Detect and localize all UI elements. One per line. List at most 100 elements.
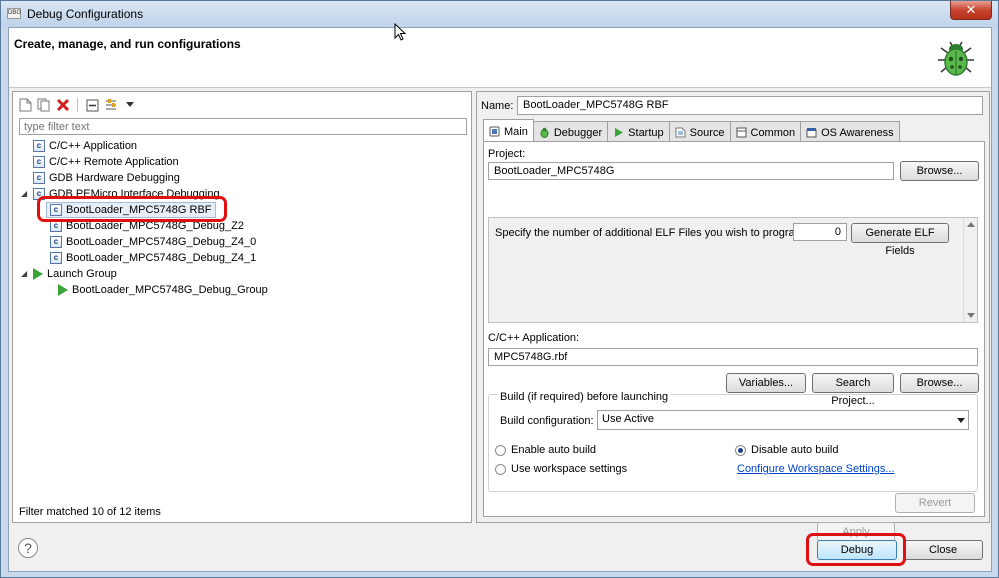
tab-label: Startup: [628, 126, 664, 139]
expanded-twisty-icon[interactable]: ◢: [21, 266, 29, 282]
collapse-all-icon: [86, 99, 98, 111]
enable-auto-build-label: Enable auto build: [511, 444, 597, 456]
delete-x-icon: [57, 99, 69, 111]
scroll-down-icon: [967, 313, 975, 318]
collapse-all-button[interactable]: [84, 97, 100, 113]
name-field[interactable]: BootLoader_MPC5748G RBF: [517, 96, 983, 115]
tree-item-label: BootLoader_MPC5748G_Debug_Z4_0: [66, 236, 257, 248]
c-config-icon: c: [50, 236, 62, 248]
toolbar-separator: [77, 98, 78, 112]
configure-workspace-settings-link[interactable]: Configure Workspace Settings...: [737, 463, 895, 475]
tree-item-label: Launch Group: [47, 268, 117, 280]
title-bar[interactable]: DBG Debug Configurations ✕: [1, 1, 998, 27]
duplicate-configuration-button[interactable]: [36, 97, 52, 113]
cpp-application-field[interactable]: MPC5748G.rbf: [488, 348, 978, 366]
filter-input[interactable]: [19, 118, 467, 135]
c-config-icon: c: [50, 252, 62, 264]
window-app-icon: DBG: [7, 8, 21, 19]
build-group-label: Build (if required) before launching: [497, 391, 672, 403]
filter-icon: [106, 99, 116, 110]
project-field[interactable]: BootLoader_MPC5748G: [488, 162, 894, 180]
tab-label: Common: [750, 126, 796, 139]
selected-item-highlight: [37, 196, 227, 222]
tab-label: Main: [504, 125, 528, 138]
use-workspace-settings-radio[interactable]: Use workspace settings: [495, 463, 627, 475]
tab-common[interactable]: Common: [729, 121, 802, 141]
cpp-application-label: C/C++ Application:: [488, 332, 580, 344]
build-configuration-select[interactable]: Use Active: [597, 410, 969, 430]
c-config-icon: c: [33, 140, 45, 152]
debug-configurations-window: DBG Debug Configurations ✕ Create, manag…: [0, 0, 999, 578]
c-config-icon: c: [33, 156, 45, 168]
tab-os-awareness[interactable]: OS Awareness: [800, 121, 900, 141]
tab-label: OS Awareness: [821, 126, 894, 139]
tree-item-label: BootLoader_MPC5748G_Debug_Z4_1: [66, 252, 257, 264]
generate-elf-fields-button[interactable]: Generate ELF Fields: [851, 223, 949, 257]
disable-auto-build-radio[interactable]: Disable auto build: [735, 444, 838, 456]
variables-button[interactable]: Variables...: [726, 373, 806, 393]
tree-item-label: C/C++ Remote Application: [49, 156, 179, 168]
tree-item-bootloader-debug-z4-0[interactable]: c BootLoader_MPC5748G_Debug_Z4_0: [50, 234, 256, 250]
new-configuration-button[interactable]: [17, 97, 33, 113]
chevron-down-icon: [126, 102, 134, 107]
page-title: Create, manage, and run configurations: [14, 37, 241, 51]
filter-button[interactable]: [103, 97, 119, 113]
window-title: Debug Configurations: [27, 7, 144, 21]
tree-item-cpp-application[interactable]: c C/C++ Application: [33, 138, 137, 154]
tree-item-label: BootLoader_MPC5748G_Debug_Group: [72, 284, 268, 296]
tree-item-label: GDB Hardware Debugging: [49, 172, 180, 184]
build-before-launch-group: Build (if required) before launching Bui…: [488, 391, 978, 492]
tree-item-launch-group[interactable]: ◢ Launch Group: [21, 266, 117, 282]
revert-button[interactable]: Revert: [895, 493, 975, 513]
tree-item-gdb-hardware-debugging[interactable]: c GDB Hardware Debugging: [33, 170, 180, 186]
main-tab-content: Project: BootLoader_MPC5748G Browse... S…: [483, 141, 985, 517]
tab-debugger[interactable]: Debugger: [532, 121, 609, 141]
filter-status-text: Filter matched 10 of 12 items: [19, 506, 161, 518]
new-file-icon: [19, 98, 31, 112]
tree-item-label: C/C++ Application: [49, 140, 138, 152]
dialog-client-area: Create, manage, and run configurations t…: [8, 27, 992, 572]
tree-toolbar: [17, 96, 138, 114]
elf-count-label: Specify the number of additional ELF Fil…: [495, 227, 807, 239]
duplicate-icon: [37, 98, 50, 112]
tree-item-bootloader-debug-group[interactable]: BootLoader_MPC5748G_Debug_Group: [58, 282, 268, 298]
enable-auto-build-radio[interactable]: Enable auto build: [495, 444, 596, 456]
build-configuration-label: Build configuration:: [500, 415, 594, 427]
radio-on-icon: [735, 444, 746, 456]
tab-startup[interactable]: Startup: [607, 121, 670, 141]
configuration-editor-panel: Name: BootLoader_MPC5748G RBF Main Debug…: [476, 91, 990, 542]
search-project-button[interactable]: Search Project...: [812, 373, 894, 407]
application-browse-button[interactable]: Browse...: [900, 373, 979, 393]
launch-group-icon: [58, 284, 68, 296]
scroll-up-icon: [967, 222, 975, 227]
os-awareness-icon: [806, 128, 817, 138]
expanded-twisty-icon[interactable]: ◢: [21, 186, 29, 202]
config-tabs: Main Debugger Startup Source Common OS A…: [483, 119, 900, 141]
tree-item-cpp-remote-application[interactable]: c C/C++ Remote Application: [33, 154, 179, 170]
play-icon: [615, 128, 624, 137]
delete-configuration-button[interactable]: [55, 97, 71, 113]
elf-count-field[interactable]: 0: [793, 223, 847, 241]
tab-source[interactable]: Source: [668, 121, 731, 141]
source-icon: [675, 127, 686, 138]
elf-section-scrollbar[interactable]: [963, 218, 977, 322]
tab-main[interactable]: Main: [483, 119, 534, 141]
project-browse-button[interactable]: Browse...: [900, 161, 979, 181]
filter-dropdown-button[interactable]: [122, 97, 138, 113]
launch-group-icon: [33, 268, 43, 280]
tree-item-bootloader-debug-z4-1[interactable]: c BootLoader_MPC5748G_Debug_Z4_1: [50, 250, 256, 266]
disable-auto-build-label: Disable auto build: [751, 444, 839, 456]
window-close-button[interactable]: ✕: [950, 1, 992, 20]
main-tab-icon: [489, 126, 500, 137]
use-workspace-settings-label: Use workspace settings: [511, 463, 628, 475]
debug-button-highlight: [806, 533, 906, 566]
header-banner: Create, manage, and run configurations: [9, 28, 991, 88]
help-icon[interactable]: ?: [18, 538, 38, 558]
bug-icon: [540, 127, 549, 138]
tab-label: Debugger: [553, 126, 603, 139]
close-button[interactable]: Close: [903, 540, 983, 560]
build-configuration-value: Use Active: [602, 413, 654, 425]
elf-files-section: Specify the number of additional ELF Fil…: [488, 217, 978, 323]
tab-label: Source: [689, 126, 725, 139]
debug-bug-icon: [938, 41, 974, 76]
